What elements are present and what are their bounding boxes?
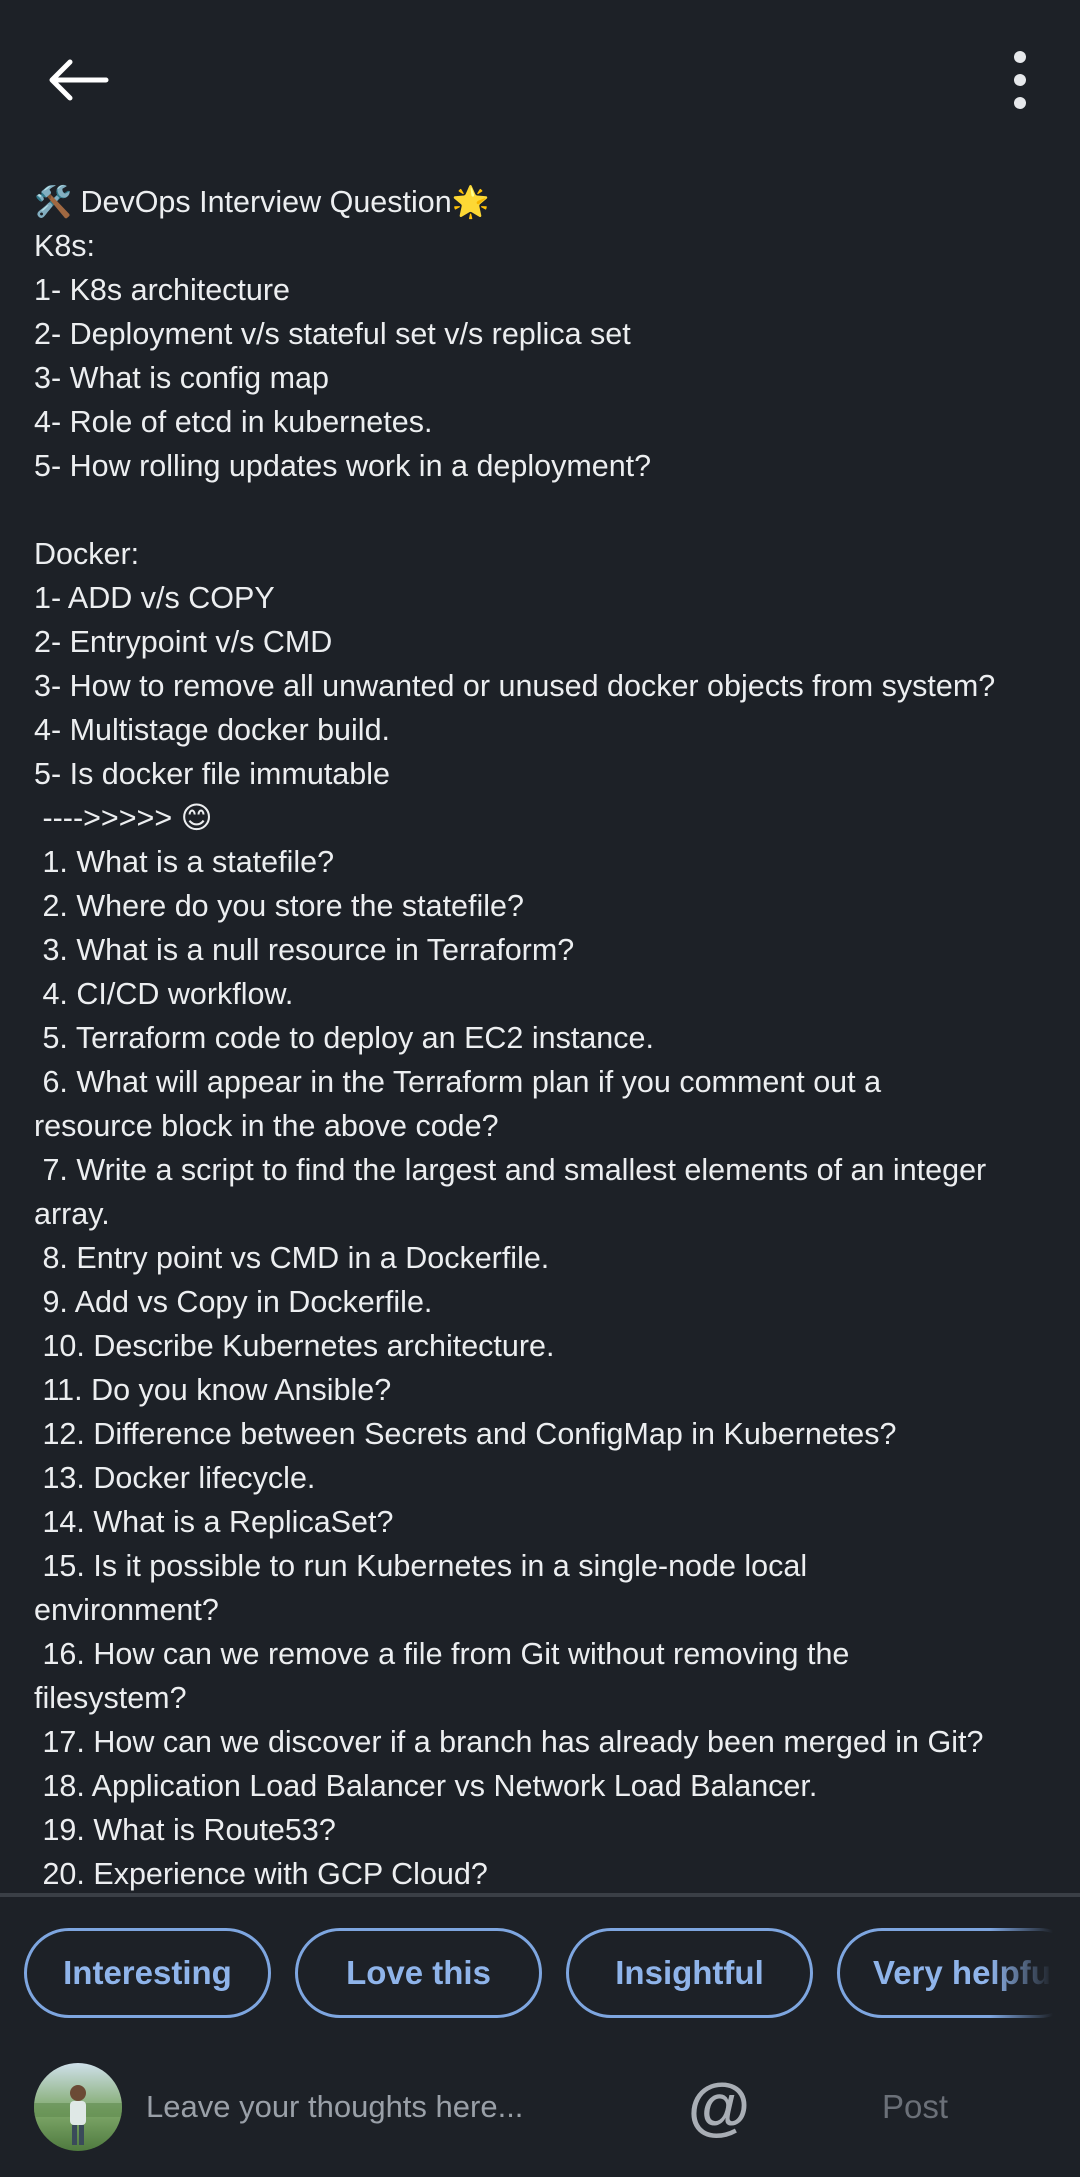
post-line: 2- Entrypoint v/s CMD [34,625,333,659]
post-line: 10. Describe Kubernetes architecture. [34,1329,555,1363]
scroll-fade [990,1900,1080,2060]
post-line: 14. What is a ReplicaSet? [34,1505,394,1539]
post-button[interactable]: Post [860,2082,970,2132]
post-line: 11. Do you know Ansible? [34,1373,392,1407]
post-line: 4. CI/CD workflow. [34,977,294,1011]
post-line: 3- How to remove all unwanted or unused … [34,669,996,703]
post-line: 5- How rolling updates work in a deploym… [34,449,652,483]
user-avatar[interactable] [34,2063,122,2151]
post-line: 18. Application Load Balancer vs Network… [34,1769,818,1803]
comment-input[interactable]: Leave your thoughts here... [146,2082,706,2132]
post-line: 4- Role of etcd in kubernetes. [34,405,433,439]
post-line: Docker: [34,537,140,571]
more-vertical-icon [1014,51,1026,109]
post-line: 1- K8s architecture [34,273,290,307]
avatar-image [34,2063,122,2151]
post-line: 8. Entry point vs CMD in a Dockerfile. [34,1241,550,1275]
post-line: 13. Docker lifecycle. [34,1461,316,1495]
more-options-button[interactable] [990,40,1050,120]
back-button[interactable] [30,40,126,120]
post-line: environment? [34,1593,219,1627]
post-line: 7. Write a script to find the largest an… [34,1153,987,1187]
post-line: 16. How can we remove a file from Git wi… [34,1637,850,1671]
post-body: 🛠️ DevOps Interview Question🌟 K8s: 1- K8s … [34,180,1054,1896]
arrow-left-icon [49,59,109,101]
reaction-chip-insightful[interactable]: Insightful [566,1928,813,2018]
post-line: 1. What is a statefile? [34,845,335,879]
post-line: 20. Experience with GCP Cloud? [34,1857,488,1891]
post-line: 🛠️ DevOps Interview Question🌟 [34,185,490,219]
post-line: 4- Multistage docker build. [34,713,391,747]
mention-button[interactable]: @ [686,2068,752,2144]
post-line: 5- Is docker file immutable [34,757,390,791]
post-line: resource block in the above code? [34,1109,499,1143]
post-line: K8s: [34,229,96,263]
reaction-chip-interesting[interactable]: Interesting [24,1928,271,2018]
reaction-chip-love-this[interactable]: Love this [295,1928,542,2018]
post-line: 1- ADD v/s COPY [34,581,275,615]
post-line: ---->>>>> 😊 [34,801,213,835]
post-line: array. [34,1197,110,1231]
post-line: 2. Where do you store the statefile? [34,889,524,923]
post-line: 5. Terraform code to deploy an EC2 insta… [34,1021,654,1055]
post-line: 15. Is it possible to run Kubernetes in … [34,1549,808,1583]
divider [0,1893,1080,1897]
post-line: 19. What is Route53? [34,1813,336,1847]
post-line: 3- What is config map [34,361,329,395]
post-line: 3. What is a null resource in Terraform? [34,933,575,967]
reaction-bar: Interesting Love this Insightful Very he… [0,1900,1080,2060]
top-app-bar [0,0,1080,158]
post-line: filesystem? [34,1681,187,1715]
post-line [34,488,1054,532]
post-line: 9. Add vs Copy in Dockerfile. [34,1285,433,1319]
post-line: 17. How can we discover if a branch has … [34,1725,984,1759]
post-line: 2- Deployment v/s stateful set v/s repli… [34,317,631,351]
post-line: 12. Difference between Secrets and Confi… [34,1417,897,1451]
at-icon: @ [687,2070,751,2142]
post-line: 6. What will appear in the Terraform pla… [34,1065,882,1099]
